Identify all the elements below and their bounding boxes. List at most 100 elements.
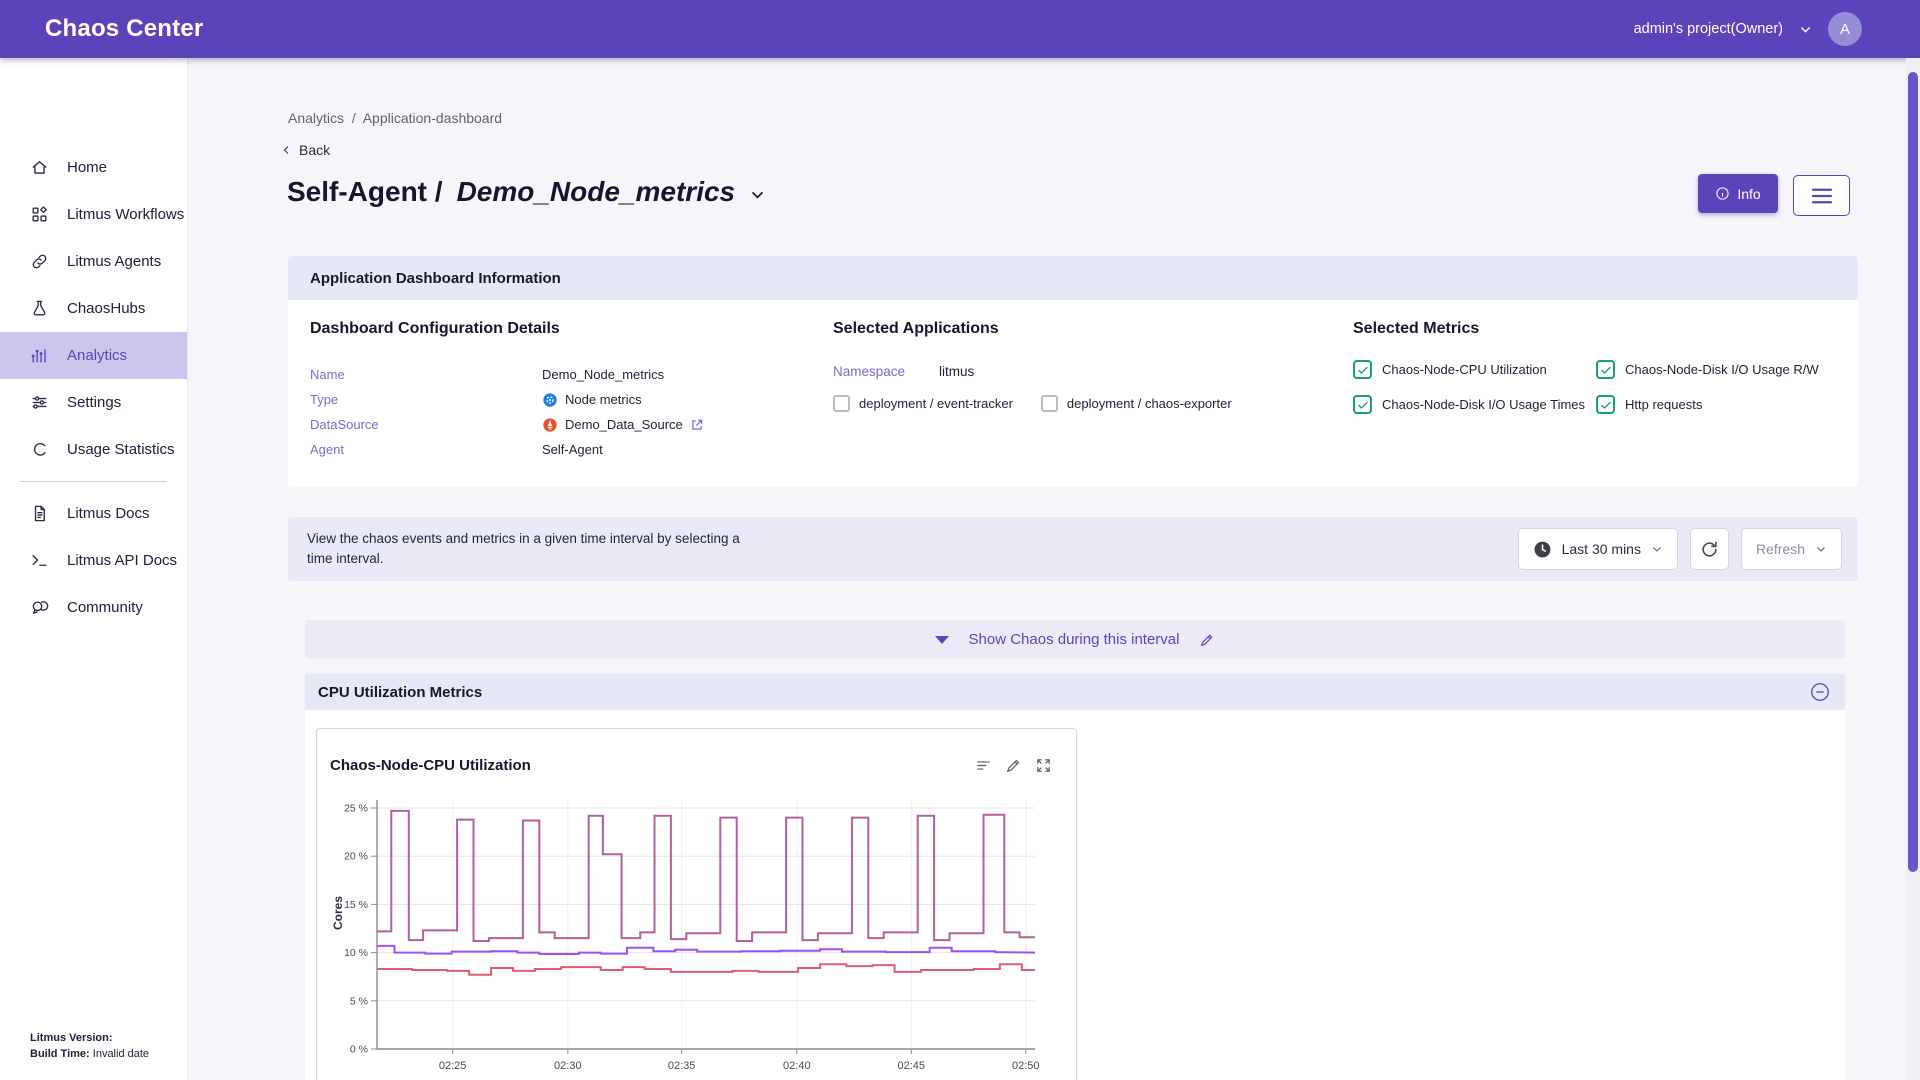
time-interval-description: View the chaos events and metrics in a g… [307,529,752,569]
y-tick-label: 15 % [344,899,368,911]
sliders-icon [30,393,49,412]
litmus-version-label: Litmus Version: [30,1032,113,1044]
time-range-value: Last 30 mins [1562,541,1641,557]
info-icon [1715,186,1730,201]
selected-metrics-title: Selected Metrics [1353,320,1819,338]
sidebar: Home Litmus Workflows Litmus Agents Chao… [0,58,188,1080]
terminal-icon [30,551,49,570]
x-tick-label: 02:30 [554,1060,582,1072]
info-button[interactable]: Info [1698,174,1778,213]
edit-pencil-icon[interactable] [1199,632,1215,648]
avatar[interactable]: A [1828,12,1862,46]
metric-disk-io-rw[interactable]: Chaos-Node-Disk I/O Usage R/W [1596,360,1819,379]
y-tick-label: 25 % [344,803,368,815]
config-row-datasource: DataSource Demo_Data_Source [310,412,704,437]
sidebar-item-litmus-docs[interactable]: Litmus Docs [0,490,187,537]
panel-header: Application Dashboard Information [288,256,1858,300]
back-button[interactable]: Back [281,142,330,158]
time-interval-panel: View the chaos events and metrics in a g… [288,517,1858,581]
checkbox-chaos-exporter[interactable]: deployment / chaos-exporter [1041,395,1232,412]
analytics-icon [30,346,49,365]
scrollbar-track[interactable] [1906,58,1920,1080]
sidebar-item-usage-statistics[interactable]: Usage Statistics [0,426,187,473]
external-link-icon[interactable] [690,418,704,432]
scrollbar-thumb[interactable] [1908,72,1918,872]
usage-icon [30,440,49,459]
breadcrumb-separator: / [352,110,356,126]
document-icon [30,504,49,523]
x-tick-label: 02:35 [668,1060,696,1072]
build-time-label: Build Time: [30,1048,90,1060]
sidebar-item-analytics[interactable]: Analytics [0,332,187,379]
chat-icon [30,598,49,617]
x-tick-label: 02:40 [783,1060,811,1072]
chart-series-3 [377,964,1035,975]
checkbox-unchecked[interactable] [833,395,850,412]
checkbox-checked[interactable] [1596,395,1615,414]
chart-edit-pencil-icon[interactable] [1005,757,1022,774]
selected-applications-title: Selected Applications [833,320,1232,338]
node-metrics-icon [542,392,558,408]
app-title: Chaos Center [45,15,203,43]
y-tick-label: 20 % [344,851,368,863]
sidebar-item-home[interactable]: Home [0,144,187,191]
y-tick-label: 0 % [350,1044,368,1056]
checkbox-checked[interactable] [1353,395,1372,414]
cpu-chart-title: Chaos-Node-CPU Utilization [330,757,531,774]
sidebar-item-litmus-workflows[interactable]: Litmus Workflows [0,191,187,238]
x-tick-label: 02:25 [439,1060,467,1072]
sidebar-item-litmus-agents[interactable]: Litmus Agents [0,238,187,285]
project-selector-label[interactable]: admin's project(Owner) [1634,21,1783,37]
show-chaos-toggle-row[interactable]: Show Chaos during this interval [305,620,1845,659]
checkbox-event-tracker[interactable]: deployment / event-tracker [833,395,1013,412]
minus-circle-icon [1809,681,1831,703]
hamburger-icon [1811,188,1833,204]
chevron-down-icon [1815,543,1827,555]
dashboard-configuration-details: Dashboard Configuration Details Name Dem… [310,320,704,462]
sidebar-item-community[interactable]: Community [0,584,187,631]
show-chaos-label[interactable]: Show Chaos during this interval [969,631,1180,648]
agent-value: Self-Agent [542,442,603,457]
checkbox-unchecked[interactable] [1041,395,1058,412]
chevron-left-icon [281,144,293,156]
config-row-name: Name Demo_Node_metrics [310,362,704,387]
chevron-down-icon [1651,543,1663,555]
prometheus-icon [542,417,558,433]
chevron-down-icon[interactable] [1799,23,1812,36]
breadcrumb-application-dashboard[interactable]: Application-dashboard [363,110,502,126]
sidebar-divider [20,481,167,482]
name-label: Name [310,367,542,382]
link-icon [30,252,49,271]
metric-http-requests[interactable]: Http requests [1596,395,1819,414]
application-dashboard-information-panel: Application Dashboard Information Dashbo… [288,256,1858,487]
metric-cpu-utilization[interactable]: Chaos-Node-CPU Utilization [1353,360,1596,379]
datasource-value: Demo_Data_Source [565,417,683,432]
sidebar-item-settings[interactable]: Settings [0,379,187,426]
config-details-title: Dashboard Configuration Details [310,320,704,338]
dashboard-menu-button[interactable] [1793,175,1850,216]
refresh-rate-select[interactable]: Refresh [1741,528,1842,570]
type-value: Node metrics [565,392,642,407]
breadcrumb-analytics[interactable]: Analytics [288,110,344,126]
time-range-select[interactable]: Last 30 mins [1518,528,1678,570]
checkbox-checked[interactable] [1596,360,1615,379]
version-info: Litmus Version: Build Time: Invalid date [30,1030,149,1062]
sidebar-item-litmus-api-docs[interactable]: Litmus API Docs [0,537,187,584]
caret-down-icon[interactable] [935,636,949,644]
collapse-section-button[interactable] [1809,681,1831,703]
home-icon [30,158,49,177]
namespace-value: litmus [939,364,974,379]
chart-menu-icon[interactable] [975,757,992,774]
datasource-label: DataSource [310,417,542,432]
refresh-button[interactable] [1690,528,1729,570]
cpu-utilization-chart[interactable]: 25 %20 %15 %10 %5 %0 %02:2502:3002:3502:… [330,750,1070,1080]
checkbox-checked[interactable] [1353,360,1372,379]
sidebar-item-chaoshubs[interactable]: ChaosHubs [0,285,187,332]
chart-expand-icon[interactable] [1035,757,1052,774]
y-tick-label: 10 % [344,947,368,959]
chevron-down-icon[interactable] [749,186,766,203]
title-agent: Self-Agent / [287,176,443,208]
name-value: Demo_Node_metrics [542,367,664,382]
metric-disk-io-times[interactable]: Chaos-Node-Disk I/O Usage Times [1353,395,1596,414]
workflows-icon [30,205,49,224]
